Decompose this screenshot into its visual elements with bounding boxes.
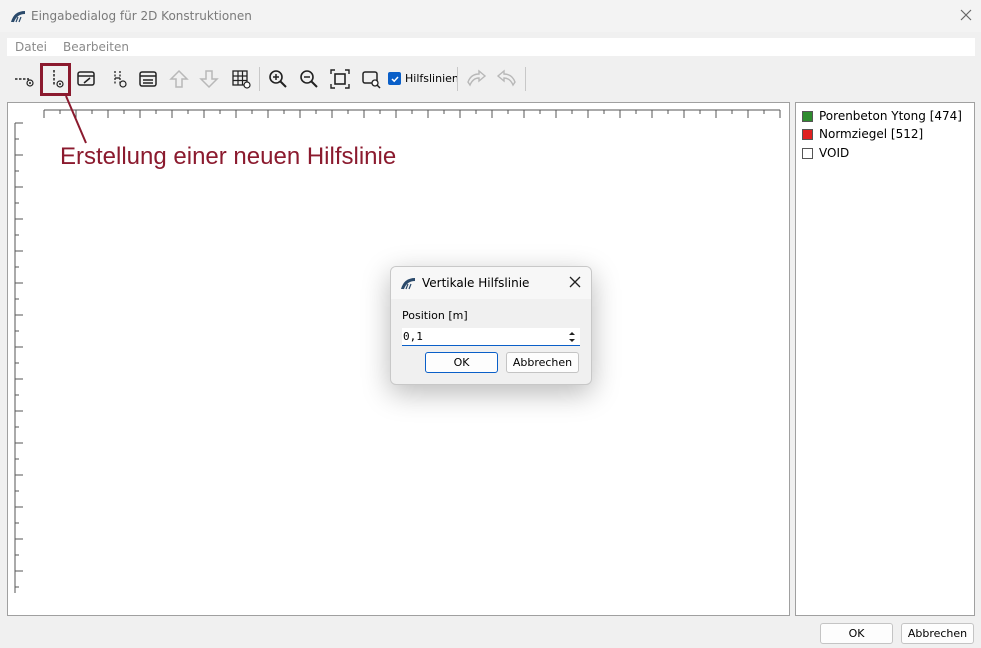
zoom-in-button[interactable] (265, 66, 291, 92)
legend-label: Normziegel [512] (819, 127, 924, 141)
ok-button[interactable]: OK (820, 623, 893, 644)
menu-file[interactable]: Datei (7, 40, 55, 54)
title-bar: Eingabedialog für 2D Konstruktionen (0, 0, 981, 32)
horizontal-guide-icon (15, 78, 34, 87)
delete-guide-button[interactable] (105, 66, 131, 92)
legend-swatch (802, 128, 813, 140)
checkbox-checked-icon (388, 72, 401, 85)
dialog-ok-button[interactable]: OK (425, 352, 498, 373)
spin-arrows-icon[interactable] (566, 329, 578, 345)
edit-guide-button[interactable] (73, 66, 99, 92)
toolbar-separator (457, 67, 458, 91)
arrow-down-icon (199, 70, 219, 89)
legend-item[interactable]: VOID (802, 146, 849, 160)
close-icon[interactable] (568, 275, 582, 289)
zoom-window-icon (362, 71, 381, 89)
grid-button[interactable] (228, 66, 254, 92)
move-down-button[interactable] (196, 66, 222, 92)
annotation-text: Erstellung einer neuen Hilfslinie (60, 143, 397, 170)
arrow-up-icon (169, 69, 189, 88)
vertical-guide-dialog: Vertikale Hilfslinie Position [m] OK Abb… (390, 266, 592, 385)
legend-item[interactable]: Porenbeton Ytong [474] (802, 109, 962, 123)
legend-item[interactable]: Normziegel [512] (802, 127, 923, 141)
zoom-out-icon (300, 70, 318, 88)
dialog-title-bar: Vertikale Hilfslinie (391, 267, 591, 299)
legend-swatch (802, 147, 813, 159)
zoom-fit-button[interactable] (327, 66, 353, 92)
position-input[interactable] (403, 329, 561, 344)
add-horizontal-guide-button[interactable] (11, 66, 37, 92)
grid-icon (232, 70, 251, 89)
guides-toggle[interactable]: Hilfslinien (388, 72, 459, 85)
redo-button[interactable] (494, 66, 520, 92)
close-icon[interactable] (958, 7, 974, 23)
edit-table-icon (77, 71, 95, 86)
zoom-fit-icon (330, 69, 350, 89)
position-label: Position [m] (402, 309, 468, 322)
toolbar-separator (259, 67, 260, 91)
window-title: Eingabedialog für 2D Konstruktionen (31, 9, 252, 23)
undo-button[interactable] (463, 66, 489, 92)
cancel-button[interactable]: Abbrechen (901, 623, 974, 644)
legend-label: Porenbeton Ytong [474] (819, 109, 962, 123)
properties-button[interactable] (135, 66, 161, 92)
toolbar-separator (525, 67, 526, 91)
move-up-button[interactable] (166, 66, 192, 92)
legend-swatch (802, 110, 813, 122)
position-spinbox[interactable] (402, 328, 580, 346)
dialog-title: Vertikale Hilfslinie (422, 276, 530, 290)
toolbar: Hilfslinien (7, 63, 537, 97)
dialog-cancel-button[interactable]: Abbrechen (506, 352, 579, 373)
app-logo-icon (11, 11, 25, 23)
zoom-out-button[interactable] (296, 66, 322, 92)
legend-label: VOID (819, 146, 850, 160)
app-logo-icon (401, 278, 415, 290)
menu-edit[interactable]: Bearbeiten (55, 40, 137, 54)
zoom-window-button[interactable] (358, 66, 384, 92)
zoom-in-icon (269, 70, 287, 88)
undo-icon (467, 69, 487, 87)
window-list-icon (139, 71, 157, 87)
redo-icon (496, 69, 516, 87)
material-legend: Porenbeton Ytong [474] Normziegel [512] … (795, 102, 975, 616)
guide-remove-icon (114, 71, 127, 88)
guides-label: Hilfslinien (405, 72, 459, 85)
annotation-highlight (40, 63, 71, 96)
menu-bar: Datei Bearbeiten (7, 38, 975, 56)
